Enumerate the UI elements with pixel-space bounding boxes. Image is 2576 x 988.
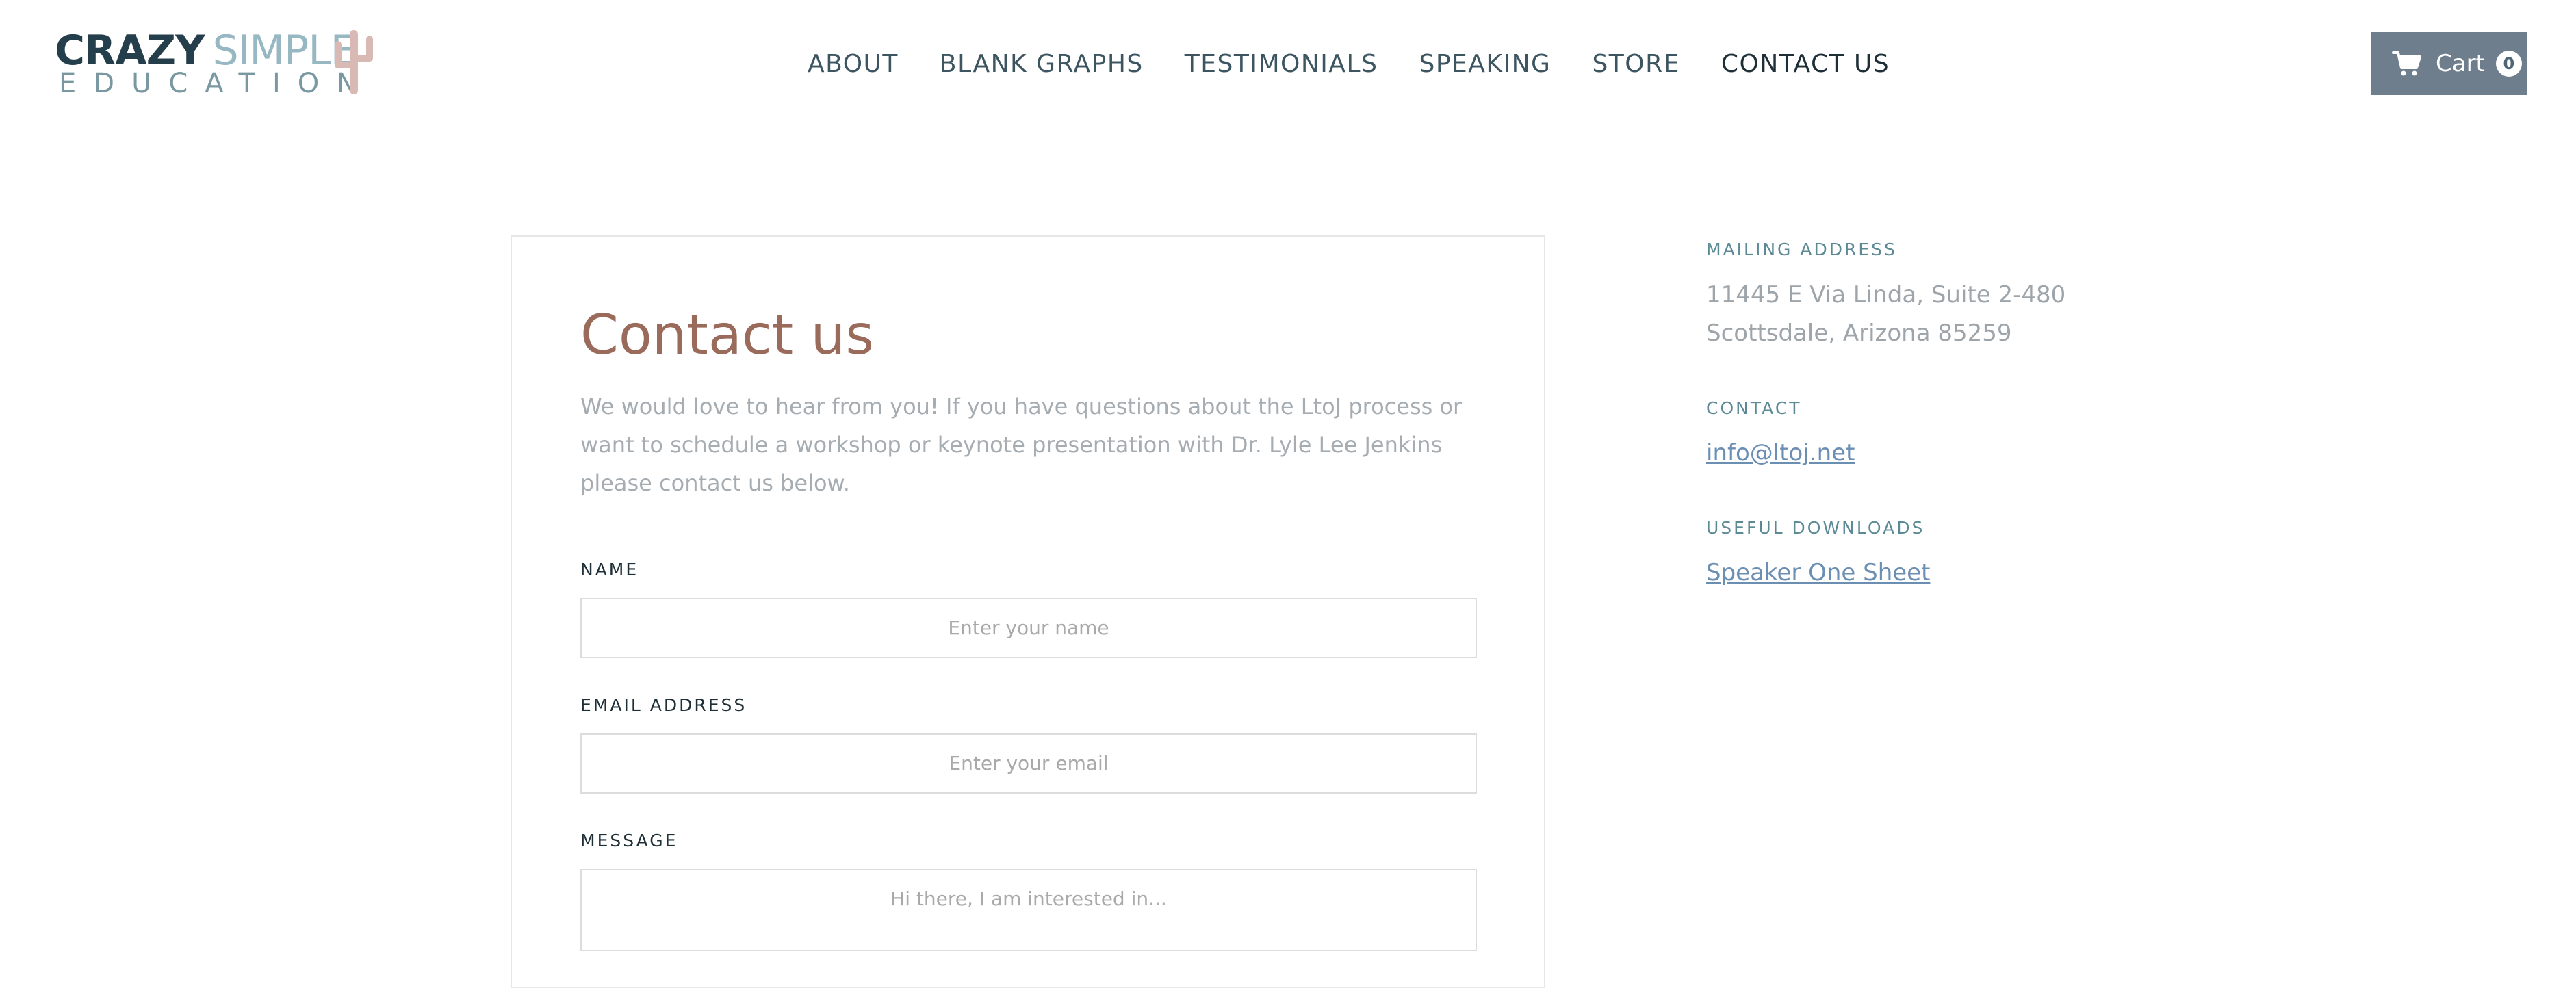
email-input[interactable]: Enter your email	[580, 733, 1477, 794]
nav-item-blank-graphs[interactable]: BLANK GRAPHS	[940, 44, 1144, 85]
cart-label: Cart	[2436, 50, 2485, 77]
name-input[interactable]: Enter your name	[580, 598, 1477, 658]
cactus-icon	[335, 30, 373, 94]
cart-button[interactable]: Cart 0	[2371, 32, 2527, 95]
nav-item-testimonials[interactable]: TESTIMONIALS	[1185, 44, 1378, 85]
cart-count-badge: 0	[2495, 51, 2522, 77]
email-link[interactable]: info@ltoj.net	[1706, 439, 1855, 467]
name-field-label: NAME	[580, 560, 639, 580]
message-textarea[interactable]: Hi there, I am interested in...	[580, 869, 1477, 951]
mailing-address-heading: MAILING ADDRESS	[1706, 239, 1897, 259]
message-field-label: MESSAGE	[580, 831, 678, 850]
nav-item-contact-us[interactable]: CONTACT US	[1721, 44, 1890, 85]
nav-item-about[interactable]: ABOUT	[808, 44, 899, 85]
address-line-1: 11445 E Via Linda, Suite 2-480	[1706, 281, 2066, 309]
nav-item-store[interactable]: STORE	[1592, 44, 1679, 85]
brand-logo-line1: CRAZY SIMPLE	[55, 30, 357, 71]
page-title: Contact us	[580, 303, 875, 367]
nav-item-speaking[interactable]: SPEAKING	[1419, 44, 1551, 85]
speaker-one-sheet-link[interactable]: Speaker One Sheet	[1706, 559, 1930, 586]
main-nav: ABOUT BLANK GRAPHS TESTIMONIALS SPEAKING…	[808, 44, 1931, 85]
contact-form-card: Contact us We would love to hear from yo…	[511, 235, 1545, 988]
contact-heading: CONTACT	[1706, 398, 1802, 418]
email-field-label: EMAIL ADDRESS	[580, 695, 747, 715]
cart-icon	[2392, 51, 2421, 76]
brand-word-education: EDUCATION	[59, 68, 374, 99]
form-intro-text: We would love to hear from you! If you h…	[580, 393, 1463, 496]
brand-logo[interactable]: CRAZY SIMPLE EDUCATION	[55, 27, 376, 99]
address-line-2: Scottsdale, Arizona 85259	[1706, 320, 2012, 347]
useful-downloads-heading: USEFUL DOWNLOADS	[1706, 518, 1925, 538]
